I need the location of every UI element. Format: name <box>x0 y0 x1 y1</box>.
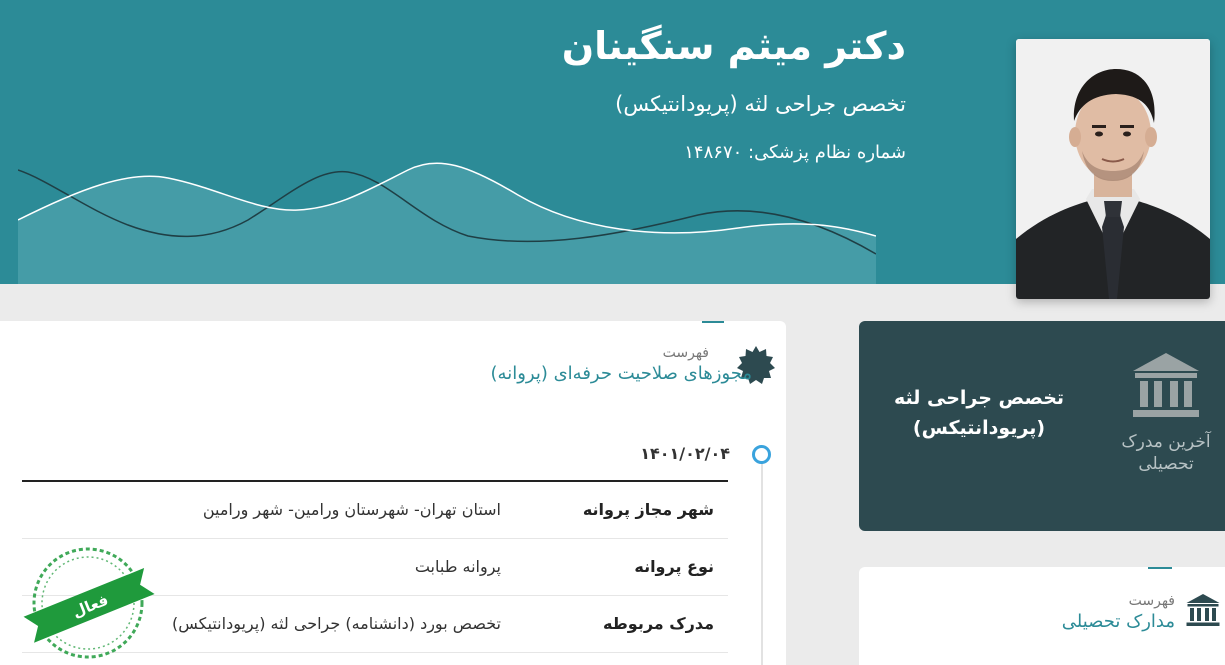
row-label: شهر مجاز پروانه <box>582 500 714 519</box>
section-title: مدارک تحصیلی <box>1061 611 1175 632</box>
section-title: مجوزهای صلاحیت حرفه‌ای (پروانه) <box>490 363 752 384</box>
license-number: ۱۴۸۶۷۰ <box>684 142 743 163</box>
row-value: استان تهران- شهرستان ورامین- شهر ورامین <box>202 500 501 519</box>
latest-degree-card: تخصص جراحی لثه (پریودانتیکس) آخرین مدرک … <box>859 321 1225 531</box>
row-value: پروانه طبابت <box>414 557 501 576</box>
degree-title: تخصص جراحی لثه (پریودانتیکس) <box>893 387 1065 439</box>
row-value: تخصص بورد (دانشنامه) جراحی لثه (پریودانت… <box>172 614 501 633</box>
portrait-image <box>1016 39 1210 299</box>
degree-caption: آخرین مدرک تحصیلی <box>1121 432 1211 474</box>
doctor-photo <box>1016 39 1210 299</box>
license-label: شماره نظام پزشکی: <box>748 142 906 163</box>
license-line: شماره نظام پزشکی: ۱۴۸۶۷۰ <box>684 142 906 163</box>
table-row: شهر مجاز پروانه استان تهران- شهرستان ورا… <box>22 482 728 539</box>
education-card: فهرست مدارک تحصیلی <box>859 567 1225 665</box>
section-small-label: فهرست <box>1128 593 1175 609</box>
timeline-line <box>761 463 763 665</box>
timeline-dot <box>752 445 771 464</box>
institution-icon <box>1186 594 1220 626</box>
section-small-label: فهرست <box>662 345 709 361</box>
doctor-specialty: تخصص جراحی لثه (پریودانتیکس) <box>615 92 906 116</box>
doctor-name: دکتر میثم سنگینان <box>561 24 906 68</box>
card-accent-tick <box>702 321 724 323</box>
decorative-waves <box>18 162 876 284</box>
license-date: ۱۴۰۱/۰۲/۰۴ <box>640 444 730 463</box>
institution-icon <box>1133 353 1199 417</box>
row-label: نوع پروانه <box>634 557 714 576</box>
card-accent-tick <box>1148 567 1172 569</box>
active-status-stamp: فعال <box>23 547 155 659</box>
row-label: مدرک مربوطه <box>603 614 714 633</box>
